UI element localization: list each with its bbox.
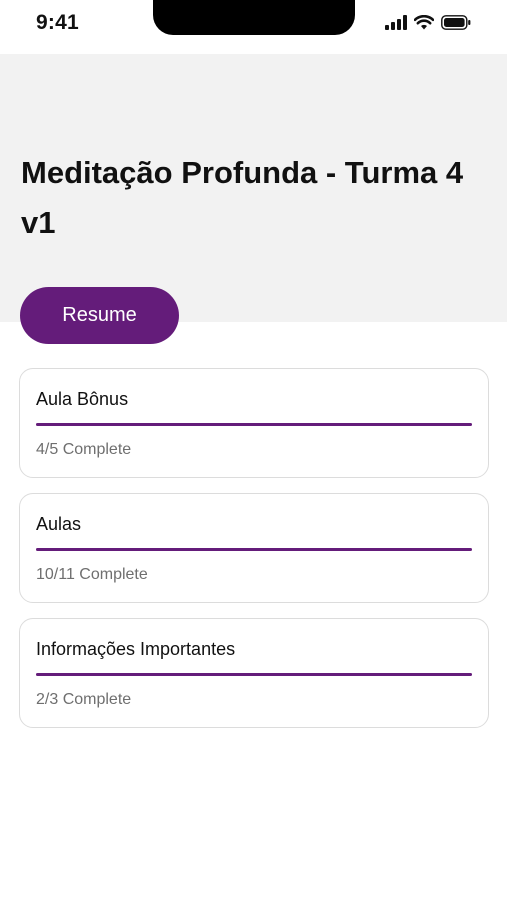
module-name: Aula Bônus <box>36 389 129 409</box>
module-completion-status: 2/3 Complete <box>36 691 132 708</box>
module-completion-status: 10/11 Complete <box>36 566 148 583</box>
status-icons <box>385 15 471 30</box>
module-progress-fill <box>36 673 472 676</box>
module-list: Aula Bônus 4/5 Complete Aulas 10/11 Comp… <box>19 368 489 743</box>
module-progress-bar <box>36 548 472 551</box>
module-progress-bar <box>36 673 472 676</box>
module-completion-status: 4/5 Complete <box>36 441 132 458</box>
cellular-signal-icon <box>385 15 407 30</box>
resume-button[interactable]: Resume <box>20 287 179 344</box>
module-card-aula-bonus[interactable]: Aula Bônus 4/5 Complete <box>19 368 489 478</box>
module-card-informacoes-importantes[interactable]: Informações Importantes 2/3 Complete <box>19 618 489 728</box>
course-title: Meditação Profunda - Turma 4 v1 <box>21 155 464 240</box>
module-name: Informações Importantes <box>36 639 236 659</box>
module-progress-bar <box>36 423 472 426</box>
module-card-aulas[interactable]: Aulas 10/11 Complete <box>19 493 489 603</box>
status-bar: 9:41 <box>0 0 507 54</box>
module-progress-fill <box>36 423 472 426</box>
wifi-icon <box>414 15 434 30</box>
device-notch <box>153 0 355 35</box>
module-name: Aulas <box>36 514 82 534</box>
battery-icon <box>441 15 471 30</box>
course-screen: 9:41 Meditação Profunda - Turma 4 v1 Res… <box>0 0 507 900</box>
status-time: 9:41 <box>36 11 79 34</box>
module-progress-fill <box>36 548 472 551</box>
